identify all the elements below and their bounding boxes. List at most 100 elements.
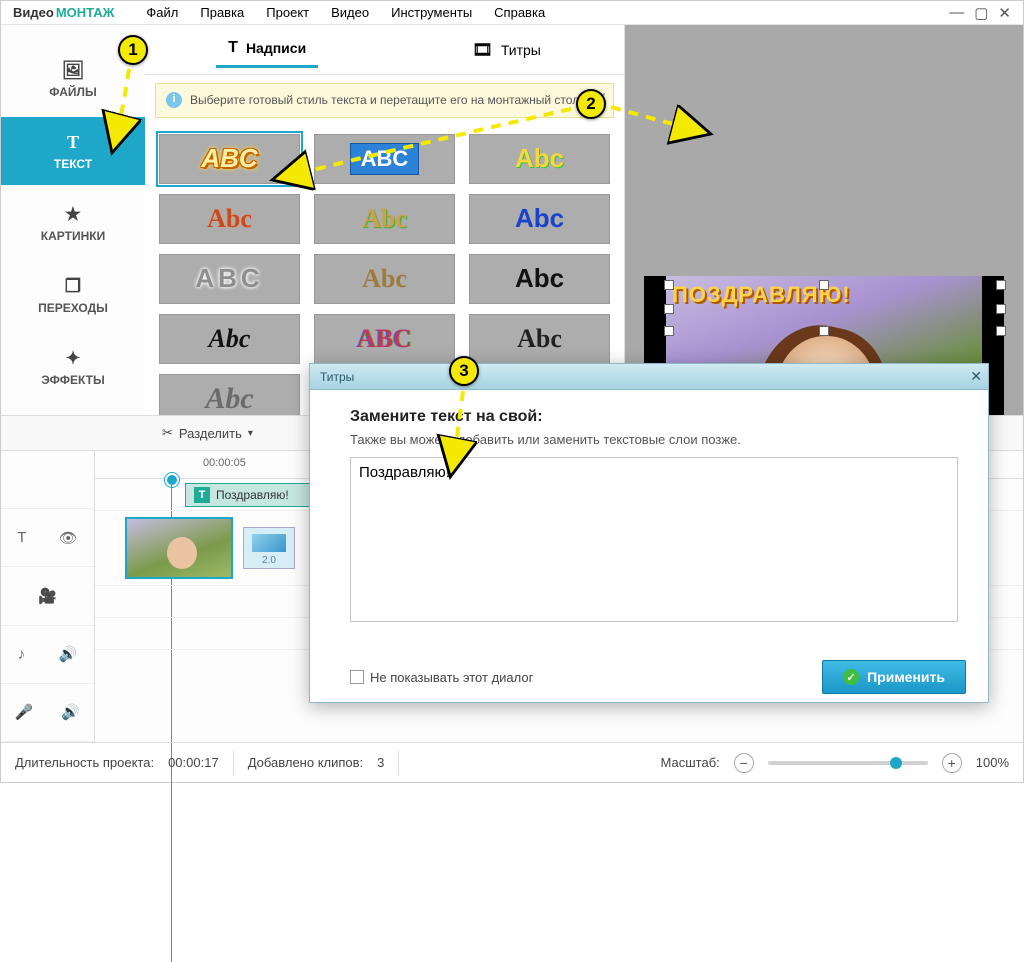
- dont-show-label: Не показывать этот диалог: [370, 670, 533, 685]
- style-sample-text: Abc: [517, 324, 562, 354]
- menu-edit[interactable]: Правка: [190, 3, 254, 22]
- dialog-close-button[interactable]: ✕: [970, 368, 982, 385]
- info-icon: i: [166, 92, 182, 108]
- text-style-s9[interactable]: Abc: [469, 254, 610, 304]
- tab-captions-label: Надписи: [246, 40, 306, 56]
- text-style-s2[interactable]: ABC: [314, 134, 455, 184]
- info-banner-text: Выберите готовый стиль текста и перетащи…: [190, 92, 583, 109]
- dialog-titlebar[interactable]: Титры ✕: [310, 364, 988, 390]
- text-style-s4[interactable]: Abc: [159, 194, 300, 244]
- checkbox-box[interactable]: [350, 670, 364, 684]
- sidebar-files-label: ФАЙЛЫ: [49, 85, 96, 99]
- style-sample-text: ABC: [201, 143, 257, 174]
- menu-file[interactable]: Файл: [136, 3, 188, 22]
- track-header-mic[interactable]: 🎤🔊: [1, 684, 94, 742]
- resize-handle[interactable]: [996, 280, 1006, 290]
- scissors-icon: ✂: [162, 425, 173, 441]
- resize-handle[interactable]: [819, 326, 829, 336]
- style-sample-text: Abc: [515, 203, 564, 234]
- status-duration-label: Длительность проекта:: [15, 755, 154, 770]
- text-style-s5[interactable]: Abc: [314, 194, 455, 244]
- text-clip-icon: T: [194, 487, 210, 503]
- chevron-down-icon: ▾: [248, 428, 253, 439]
- split-label: Разделить: [179, 426, 242, 441]
- style-sample-text: ABC: [195, 263, 263, 294]
- sidebar-item-transitions[interactable]: ❐ ПЕРЕХОДЫ: [1, 261, 145, 329]
- dont-show-again-checkbox[interactable]: Не показывать этот диалог: [350, 670, 533, 685]
- style-sample-text: Abc: [209, 324, 251, 354]
- style-sample-text: Abc: [205, 382, 253, 416]
- transition-duration: 2.0: [262, 555, 276, 566]
- text-icon: T: [67, 132, 79, 153]
- resize-handle[interactable]: [664, 326, 674, 336]
- zoom-value: 100%: [976, 755, 1009, 770]
- status-clips-value: 3: [377, 755, 384, 770]
- style-sample-text: ABC: [357, 324, 412, 354]
- menubar: ВидеоМОНТАЖ Файл Правка Проект Видео Инс…: [1, 1, 1023, 25]
- sidebar-item-text[interactable]: T ТЕКСТ: [1, 117, 145, 185]
- zoom-out-button[interactable]: −: [734, 753, 754, 773]
- music-track-icon: ♪: [18, 646, 26, 663]
- star-icon: ★: [65, 204, 81, 225]
- split-button[interactable]: ✂ Разделить ▾: [151, 420, 264, 446]
- menu-project[interactable]: Проект: [256, 3, 319, 22]
- text-style-s10[interactable]: Abc: [159, 314, 300, 364]
- titles-dialog: Титры ✕ Замените текст на свой: Также вы…: [309, 363, 989, 703]
- window-maximize-button[interactable]: ▢: [974, 4, 988, 22]
- dialog-textarea[interactable]: [350, 457, 958, 622]
- apply-button[interactable]: ✓ Применить: [822, 660, 966, 694]
- menu-help[interactable]: Справка: [484, 3, 555, 22]
- zoom-in-button[interactable]: +: [942, 753, 962, 773]
- text-style-s7[interactable]: ABC: [159, 254, 300, 304]
- track-header-text[interactable]: T👁: [1, 509, 94, 567]
- resize-handle[interactable]: [664, 304, 674, 314]
- annotation-marker-1: 1: [118, 35, 148, 65]
- track-header-music[interactable]: ♪🔊: [1, 626, 94, 684]
- window-close-button[interactable]: ✕: [998, 4, 1011, 22]
- film-icon: 🎞: [473, 40, 493, 60]
- speaker-icon[interactable]: 🔊: [59, 645, 78, 663]
- speaker-icon[interactable]: 🔊: [61, 703, 80, 721]
- video-clip[interactable]: [125, 517, 233, 579]
- sidebar-pictures-label: КАРТИНКИ: [41, 229, 105, 243]
- resize-handle[interactable]: [996, 304, 1006, 314]
- window-minimize-button[interactable]: —: [949, 4, 964, 22]
- text-style-s11[interactable]: ABC: [314, 314, 455, 364]
- ruler-time-label: 00:00:05: [203, 457, 246, 469]
- style-sample-text: Abc: [515, 263, 564, 294]
- text-style-s6[interactable]: Abc: [469, 194, 610, 244]
- resize-handle[interactable]: [819, 280, 829, 290]
- zoom-thumb[interactable]: [890, 757, 902, 769]
- text-clip[interactable]: T Поздравляю!: [185, 483, 325, 507]
- style-sample-text: Abc: [207, 204, 252, 234]
- tab-titles[interactable]: 🎞 Титры: [461, 32, 553, 68]
- tab-captions[interactable]: T Надписи: [216, 31, 318, 68]
- resize-handle[interactable]: [664, 280, 674, 290]
- annotation-marker-3: 3: [449, 356, 479, 386]
- status-clips-label: Добавлено клипов:: [248, 755, 363, 770]
- text-style-s3[interactable]: Abc: [469, 134, 610, 184]
- text-style-s12[interactable]: Abc: [469, 314, 610, 364]
- text-panel-tabs: T Надписи 🎞 Титры: [145, 25, 624, 75]
- zoom-slider[interactable]: [768, 761, 928, 765]
- menu-tools[interactable]: Инструменты: [381, 3, 482, 22]
- preview-text-overlay[interactable]: ПОЗДРАВЛЯЮ!: [672, 282, 994, 308]
- sidebar-item-effects[interactable]: ✦ ЭФФЕКТЫ: [1, 333, 145, 401]
- wand-icon: ✦: [65, 348, 80, 369]
- eye-icon[interactable]: 👁: [59, 529, 78, 547]
- text-style-s1[interactable]: ABC: [159, 134, 300, 184]
- style-sample-text: Abc: [362, 264, 407, 294]
- dialog-body: Замените текст на свой: Также вы можете …: [310, 390, 988, 652]
- zoom-label: Масштаб:: [661, 755, 720, 770]
- annotation-marker-2: 2: [576, 89, 606, 119]
- style-sample-text: ABC: [350, 143, 420, 175]
- resize-handle[interactable]: [996, 326, 1006, 336]
- sidebar-transitions-label: ПЕРЕХОДЫ: [38, 301, 108, 315]
- track-header-video[interactable]: 🎥: [1, 567, 94, 625]
- sidebar-item-pictures[interactable]: ★ КАРТИНКИ: [1, 189, 145, 257]
- menu-video[interactable]: Видео: [321, 3, 379, 22]
- transition-clip[interactable]: 2.0: [243, 527, 295, 569]
- text-style-s8[interactable]: Abc: [314, 254, 455, 304]
- image-icon: 🖼: [62, 60, 85, 81]
- sidebar-effects-label: ЭФФЕКТЫ: [41, 373, 104, 387]
